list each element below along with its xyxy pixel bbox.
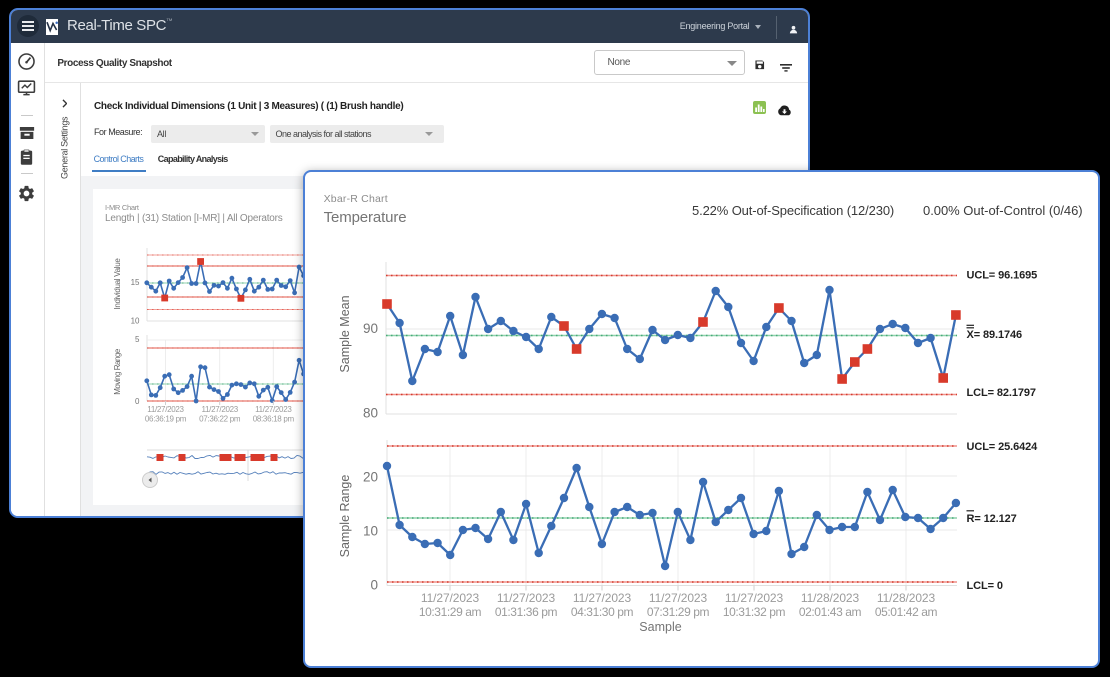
svg-text:11/28/2023: 11/28/2023 (877, 591, 936, 605)
svg-text:Sample Range: Sample Range (338, 475, 352, 558)
svg-text:07:31:29 pm: 07:31:29 pm (647, 605, 710, 619)
svg-text:0: 0 (135, 397, 140, 406)
svg-text:15: 15 (131, 278, 140, 287)
svg-text:06:36:19 pm: 06:36:19 pm (145, 415, 187, 424)
svg-text:Individual Value: Individual Value (113, 258, 122, 310)
svg-text:UCL= 96.1695: UCL= 96.1695 (967, 269, 1038, 281)
svg-text:UCL= 25.6424: UCL= 25.6424 (967, 441, 1039, 453)
svg-text:LCL= 0: LCL= 0 (967, 580, 1003, 592)
svg-text:General Settings: General Settings (60, 116, 70, 179)
svg-text:04:31:30 pm: 04:31:30 pm (571, 605, 634, 619)
svg-text:5: 5 (135, 335, 140, 344)
svg-text:10:31:32 pm: 10:31:32 pm (723, 605, 786, 619)
svg-text:02:01:43 am: 02:01:43 am (799, 605, 862, 619)
svg-text:11/28/2023: 11/28/2023 (801, 591, 860, 605)
svg-text:10:31:29 am: 10:31:29 am (419, 605, 482, 619)
svg-text:08:36:18 pm: 08:36:18 pm (253, 415, 295, 424)
svg-text:11/27/2023: 11/27/2023 (201, 405, 238, 414)
svg-text:07:36:22 pm: 07:36:22 pm (199, 415, 241, 424)
svg-text:11/27/2023: 11/27/2023 (147, 405, 184, 414)
svg-text:11/27/2023: 11/27/2023 (255, 405, 292, 414)
svg-text:11/27/2023: 11/27/2023 (573, 591, 632, 605)
svg-text:11/27/2023: 11/27/2023 (421, 591, 480, 605)
svg-text:Sample Mean: Sample Mean (338, 295, 352, 372)
svg-text:01:31:36 pm: 01:31:36 pm (495, 605, 558, 619)
svg-text:LCL= 82.1797: LCL= 82.1797 (967, 387, 1036, 399)
svg-text:11/27/2023: 11/27/2023 (649, 591, 708, 605)
svg-text:80: 80 (363, 406, 378, 421)
svg-text:20: 20 (363, 470, 378, 485)
svg-text:X= 89.1746: X= 89.1746 (967, 329, 1023, 341)
svg-text:Moving Range: Moving Range (113, 348, 122, 395)
svg-text:R= 12.127: R= 12.127 (967, 513, 1017, 525)
svg-text:11/27/2023: 11/27/2023 (725, 591, 784, 605)
svg-text:90: 90 (363, 321, 378, 336)
svg-text:10: 10 (363, 524, 378, 539)
svg-text:Sample: Sample (639, 620, 681, 634)
svg-text:11/27/2023: 11/27/2023 (497, 591, 556, 605)
svg-text:10: 10 (131, 317, 140, 326)
svg-text:05:01:42 am: 05:01:42 am (875, 605, 938, 619)
svg-text:0: 0 (370, 578, 378, 593)
